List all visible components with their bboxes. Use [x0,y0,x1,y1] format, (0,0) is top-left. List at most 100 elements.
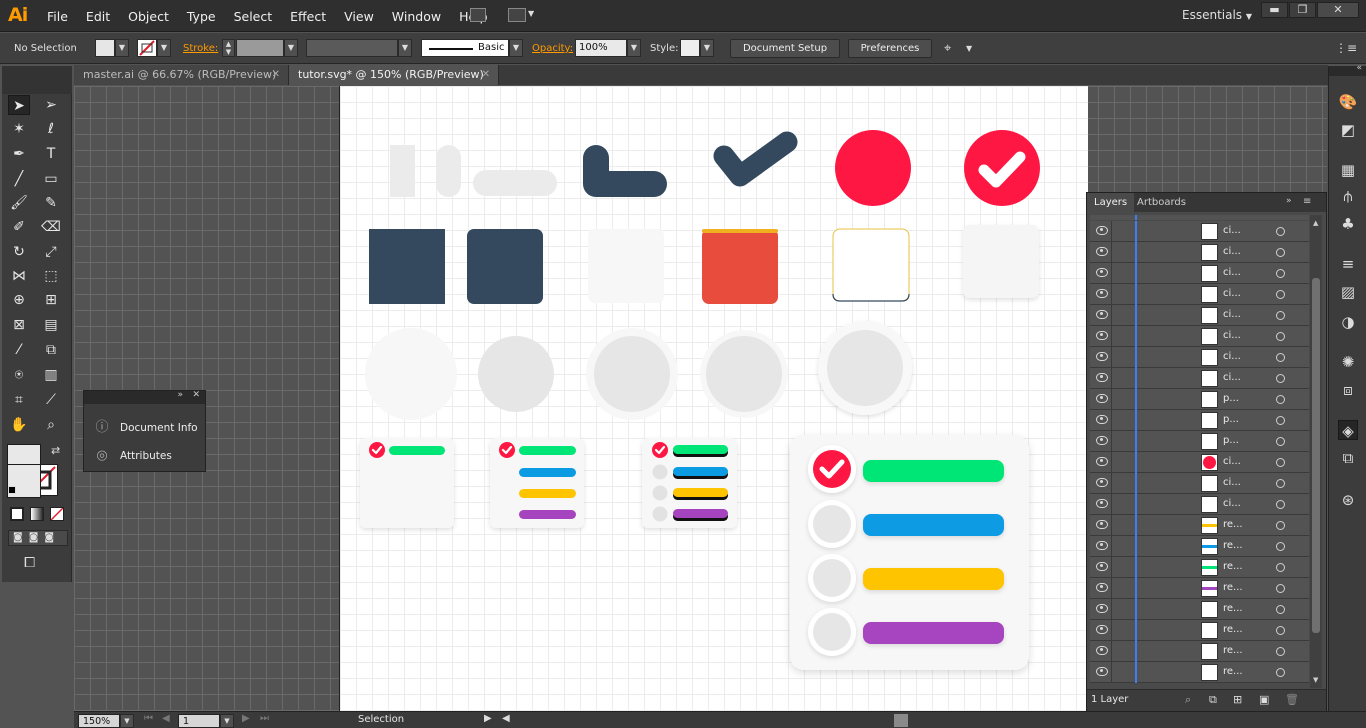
eye-icon[interactable] [1096,373,1108,382]
tab-master[interactable]: master.ai @ 66.67% (RGB/Preview) ✕ [74,65,289,85]
opacity-label[interactable]: Opacity: [532,43,573,54]
chevron-down-icon[interactable]: ▼ [528,9,534,18]
gray-pill-vertical[interactable] [436,145,461,197]
layer-row[interactable]: ci... [1090,284,1309,305]
eye-icon[interactable] [1096,667,1108,676]
eye-icon[interactable] [1096,352,1108,361]
eye-icon[interactable] [1096,226,1108,235]
check-item-circle-empty[interactable] [813,613,851,651]
target-icon[interactable] [1276,458,1285,467]
check-item-circle-done[interactable] [813,450,851,488]
attributes-item[interactable]: ◎ Attributes [84,443,205,469]
scroll-down-icon[interactable]: ▼ [1313,676,1318,684]
eye-icon[interactable] [1096,415,1108,424]
rotate-tool-icon[interactable]: ↻ [8,242,30,262]
rectangle-tool-icon[interactable]: ▭ [40,169,62,189]
menu-type[interactable]: Type [178,9,225,24]
zoom-tool-icon[interactable]: ⌕ [40,415,62,435]
target-icon[interactable] [1276,332,1285,341]
target-icon[interactable] [1276,248,1285,257]
scale-tool-icon[interactable]: ⤢ [40,242,62,262]
paintbrush-tool-icon[interactable]: 🖌 [8,193,30,213]
last-artboard-icon[interactable]: ⏭ [260,713,269,724]
layer-row[interactable]: p... [1090,431,1309,452]
menu-select[interactable]: Select [225,9,282,24]
default-colors-icon[interactable] [8,486,16,494]
close-window-button[interactable]: ✕ [1317,2,1359,18]
check-item-circle-empty[interactable] [813,559,851,597]
eye-icon[interactable] [1096,583,1108,592]
navigator-icon[interactable]: ⊛ [1338,490,1358,510]
screen-mode-icon[interactable]: ⧠ [24,555,35,571]
stroke-dropdown[interactable]: ▼ [157,39,171,57]
document-setup-button[interactable]: Document Setup [730,39,840,58]
magic-wand-tool-icon[interactable]: ✶ [8,119,30,139]
eraser-tool-icon[interactable]: ⌫ [40,217,62,237]
menu-file[interactable]: File [38,9,77,24]
fill-swatch[interactable] [95,39,115,57]
draw-modes-icon[interactable]: ◙◙◙ [8,530,68,546]
target-icon[interactable] [1276,353,1285,362]
brushes-icon[interactable]: ⫛ [1338,186,1358,206]
opacity-dropdown[interactable]: ▼ [627,39,641,57]
eye-icon[interactable] [1096,499,1108,508]
menu-window[interactable]: Window [383,9,450,24]
collapse-icon[interactable]: » [177,390,183,400]
red-circle[interactable] [835,130,911,206]
stroke-panel-icon[interactable]: ≡ [1338,254,1358,274]
shape-builder-tool-icon[interactable]: ⊕ [8,290,30,310]
target-icon[interactable] [1276,521,1285,530]
layer-row[interactable]: ci... [1090,473,1309,494]
panel-menu-icon[interactable]: ≡ [1303,196,1311,207]
new-layer-icon[interactable]: ▣ [1259,693,1269,706]
close-icon[interactable]: ✕ [482,65,490,85]
eye-icon[interactable] [1096,520,1108,529]
style-dropdown[interactable]: ▼ [700,39,714,57]
brush-definition[interactable]: Basic [421,39,509,57]
target-icon[interactable] [1276,563,1285,572]
gray-pill-horizontal[interactable] [473,170,557,196]
pencil-tool-icon[interactable]: ✎ [40,193,62,213]
stroke-swatch[interactable] [137,39,157,57]
eye-icon[interactable] [1096,457,1108,466]
graphic-style-swatch[interactable] [680,39,700,57]
fill-dropdown[interactable]: ▼ [115,39,129,57]
panel-header[interactable]: » ✕ [84,390,205,404]
menu-object[interactable]: Object [119,9,178,24]
swap-fill-stroke-icon[interactable]: ⇄ [51,444,60,457]
selection-tool-icon[interactable]: ➤ [8,95,30,115]
eye-icon[interactable] [1096,289,1108,298]
layer-row[interactable]: ci... [1090,263,1309,284]
target-icon[interactable] [1276,374,1285,383]
layer-row[interactable]: re... [1090,599,1309,620]
layer-row[interactable]: p... [1090,410,1309,431]
chevron-down-icon[interactable]: ▼ [966,44,972,53]
arrange-documents-icon[interactable] [508,8,526,22]
target-icon[interactable] [1276,668,1285,677]
scroll-left-icon[interactable]: ◀ [502,713,510,724]
zoom-dropdown[interactable]: ▼ [120,714,134,728]
stroke-weight-stepper[interactable]: ▲ ▼ [222,39,235,57]
free-transform-tool-icon[interactable]: ⬚ [40,266,62,286]
outlined-square[interactable] [832,228,910,302]
transparency-icon[interactable]: ◑ [1338,312,1358,332]
layer-row[interactable]: ci... [1090,347,1309,368]
restore-button[interactable]: ❐ [1289,2,1316,18]
layer-row[interactable]: p... [1090,389,1309,410]
horizontal-scroll-thumb[interactable] [894,714,908,727]
layer-row[interactable]: ci... [1090,221,1309,242]
gray-circle[interactable] [478,336,554,412]
target-icon[interactable] [1276,542,1285,551]
layer-row[interactable]: re... [1090,620,1309,641]
eye-icon[interactable] [1096,646,1108,655]
target-icon[interactable] [1276,626,1285,635]
layer-row[interactable]: re... [1090,578,1309,599]
target-icon[interactable] [1276,416,1285,425]
menu-edit[interactable]: Edit [77,9,119,24]
first-artboard-icon[interactable]: ⏮ [144,713,153,724]
layer-row[interactable]: ci... [1090,494,1309,515]
artboard-number-field[interactable]: 1 [178,714,220,728]
collapse-icon[interactable]: » [1286,196,1292,206]
artboard[interactable] [339,86,1088,711]
layer-row[interactable]: re... [1090,536,1309,557]
